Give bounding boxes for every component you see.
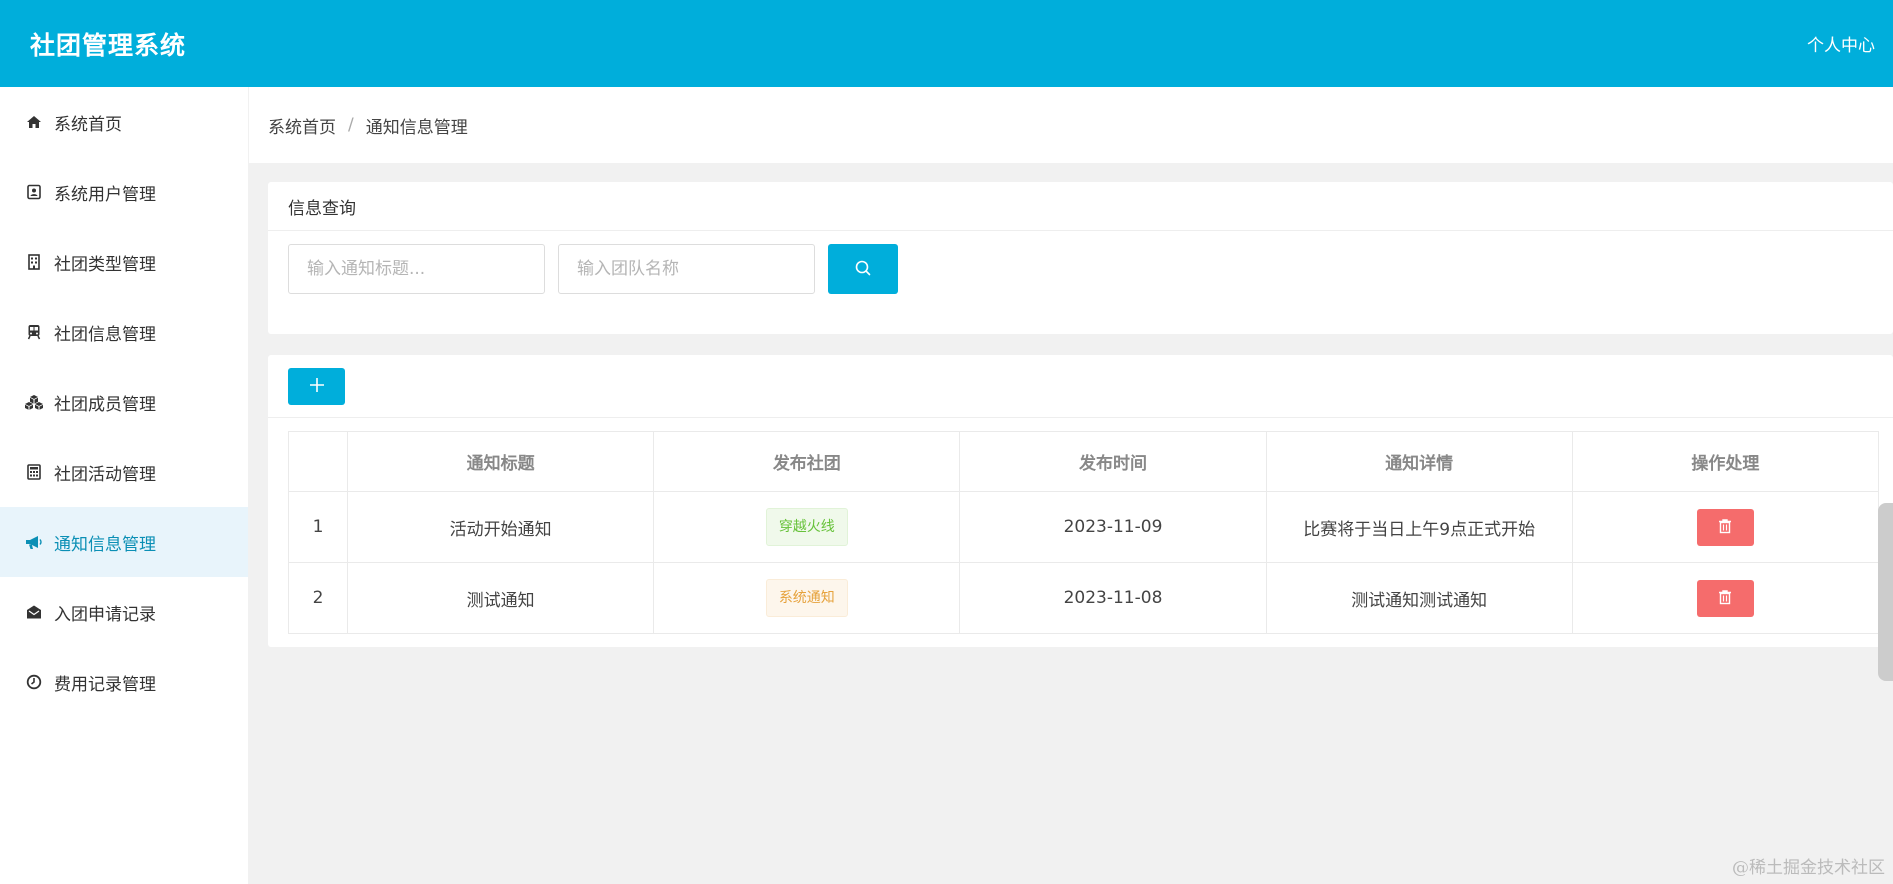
club-cell: 系统通知 [653,562,961,634]
query-card-header: 信息查询 [268,182,1893,231]
notice-detail: 比赛将于当日上午9点正式开始 [1265,491,1573,563]
query-card: 信息查询 [268,182,1893,334]
notice-title-input[interactable] [288,244,545,294]
add-notice-button[interactable] [288,367,345,405]
actions-cell [1571,562,1880,634]
row-index: 2 [287,562,349,634]
column-header-title: 通知标题 [347,431,655,492]
notice-table-card: 通知标题 发布社团 发布时间 通知详情 操作处理 1 活动开始通知 穿越火线 2… [268,355,1893,647]
sidebar-item-label: 入团申请记录 [54,604,156,625]
home-icon [24,112,44,132]
plus-icon [309,377,325,396]
search-button[interactable] [828,244,898,294]
app-title: 社团管理系统 [30,30,187,60]
search-icon [854,259,872,280]
column-header-actions: 操作处理 [1571,431,1880,492]
table-row: 2 测试通知 系统通知 2023-11-08 测试通知测试通知 [287,562,1880,634]
notice-title: 测试通知 [347,562,655,634]
user-center-link[interactable]: 个人中心 [1807,31,1875,56]
sidebar-item-fee-records[interactable]: 费用记录管理 [0,647,248,717]
breadcrumb: 系统首页 / 通知信息管理 [249,87,1893,163]
sidebar-item-join-applications[interactable]: 入团申请记录 [0,577,248,647]
sidebar-item-label: 社团类型管理 [54,254,156,275]
breadcrumb-current: 通知信息管理 [365,117,468,138]
publish-time: 2023-11-08 [959,562,1267,634]
sidebar-item-label: 社团活动管理 [54,464,156,485]
train-icon [24,322,44,342]
row-index: 1 [287,491,349,563]
watermark: @稀土掘金技术社区 [1732,858,1885,878]
query-form [268,231,1893,294]
envelope-open-icon [24,602,44,622]
sidebar-item-club-types[interactable]: 社团类型管理 [0,227,248,297]
column-header-time: 发布时间 [959,431,1267,492]
contact-card-icon [24,182,44,202]
sidebar-item-label: 社团信息管理 [54,324,156,345]
sidebar-item-label: 通知信息管理 [54,534,156,555]
top-header-bar: 社团管理系统 个人中心 [0,0,1893,87]
sidebar-item-notices[interactable]: 通知信息管理 [0,507,248,577]
trash-icon [1717,518,1733,537]
table-header-row: 通知标题 发布社团 发布时间 通知详情 操作处理 [287,431,1880,492]
team-name-input[interactable] [558,244,815,294]
club-tag: 穿越火线 [765,508,848,546]
notice-table: 通知标题 发布社团 发布时间 通知详情 操作处理 1 活动开始通知 穿越火线 2… [287,431,1880,634]
sidebar-item-home[interactable]: 系统首页 [0,87,248,157]
table-toolbar [268,355,1893,418]
column-header-club: 发布社团 [653,431,961,492]
sidebar-item-label: 社团成员管理 [54,394,156,415]
sidebar-item-club-members[interactable]: 社团成员管理 [0,367,248,437]
notice-detail: 测试通知测试通知 [1265,562,1573,634]
club-cell: 穿越火线 [653,491,961,563]
bullhorn-icon [24,532,44,552]
club-tag: 系统通知 [765,579,848,617]
clock-icon [24,672,44,692]
sidebar: 系统首页 系统用户管理 社团类型管理 社团信息管理 社团成员管理 社团活动管理 [0,87,248,884]
notice-title: 活动开始通知 [347,491,655,563]
sidebar-item-club-info[interactable]: 社团信息管理 [0,297,248,367]
sidebar-item-label: 系统用户管理 [54,184,156,205]
building-icon [24,252,44,272]
column-header-index [287,431,349,492]
sidebar-item-users[interactable]: 系统用户管理 [0,157,248,227]
sidebar-item-label: 费用记录管理 [54,674,156,695]
publish-time: 2023-11-09 [959,491,1267,563]
sidebar-item-club-activities[interactable]: 社团活动管理 [0,437,248,507]
delete-button[interactable] [1696,508,1754,546]
actions-cell [1571,491,1880,563]
delete-button[interactable] [1696,579,1754,617]
sidebar-item-label: 系统首页 [54,114,122,135]
column-header-detail: 通知详情 [1265,431,1573,492]
breadcrumb-home[interactable]: 系统首页 [268,113,336,138]
trash-icon [1717,589,1733,608]
breadcrumb-separator: / [348,115,354,135]
calculator-icon [24,462,44,482]
cubes-icon [24,392,44,412]
table-row: 1 活动开始通知 穿越火线 2023-11-09 比赛将于当日上午9点正式开始 [287,491,1880,563]
floating-side-widget[interactable] [1878,503,1893,681]
